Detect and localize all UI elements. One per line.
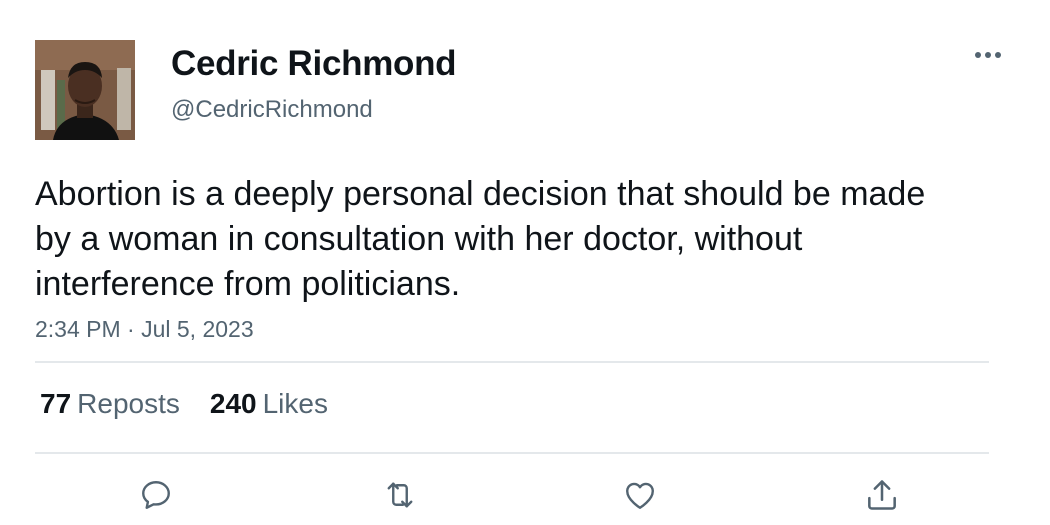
like-button[interactable] bbox=[620, 475, 660, 515]
tweet-card: Cedric Richmond @CedricRichmond Abortion… bbox=[0, 0, 1050, 525]
avatar[interactable] bbox=[35, 40, 135, 140]
divider-top bbox=[35, 361, 989, 363]
likes-count: 240 bbox=[209, 388, 257, 419]
heart-icon bbox=[626, 482, 654, 509]
likes-label: Likes bbox=[262, 388, 328, 419]
share-icon bbox=[868, 480, 896, 510]
user-handle[interactable]: @CedricRichmond bbox=[171, 96, 373, 124]
reposts-count: 77 bbox=[40, 388, 72, 419]
repost-button[interactable] bbox=[380, 475, 420, 515]
repost-icon bbox=[387, 482, 413, 508]
more-options-button[interactable] bbox=[970, 40, 1006, 70]
display-name[interactable]: Cedric Richmond bbox=[171, 44, 457, 84]
tweet-text: Abortion is a deeply personal decision t… bbox=[35, 175, 926, 303]
divider-bottom bbox=[35, 452, 989, 454]
engagement-stats: 77 Reposts 240 Likes bbox=[40, 388, 328, 420]
avatar-image bbox=[35, 40, 135, 140]
likes-stat[interactable]: 240 Likes bbox=[210, 388, 328, 420]
more-icon bbox=[975, 52, 1001, 58]
reply-button[interactable] bbox=[136, 475, 176, 515]
reply-icon bbox=[142, 481, 170, 509]
share-button[interactable] bbox=[862, 475, 902, 515]
reposts-stat[interactable]: 77 Reposts bbox=[40, 388, 180, 420]
tweet-timestamp[interactable]: 2:34 PM · Jul 5, 2023 bbox=[35, 316, 254, 343]
reposts-label: Reposts bbox=[77, 388, 180, 419]
